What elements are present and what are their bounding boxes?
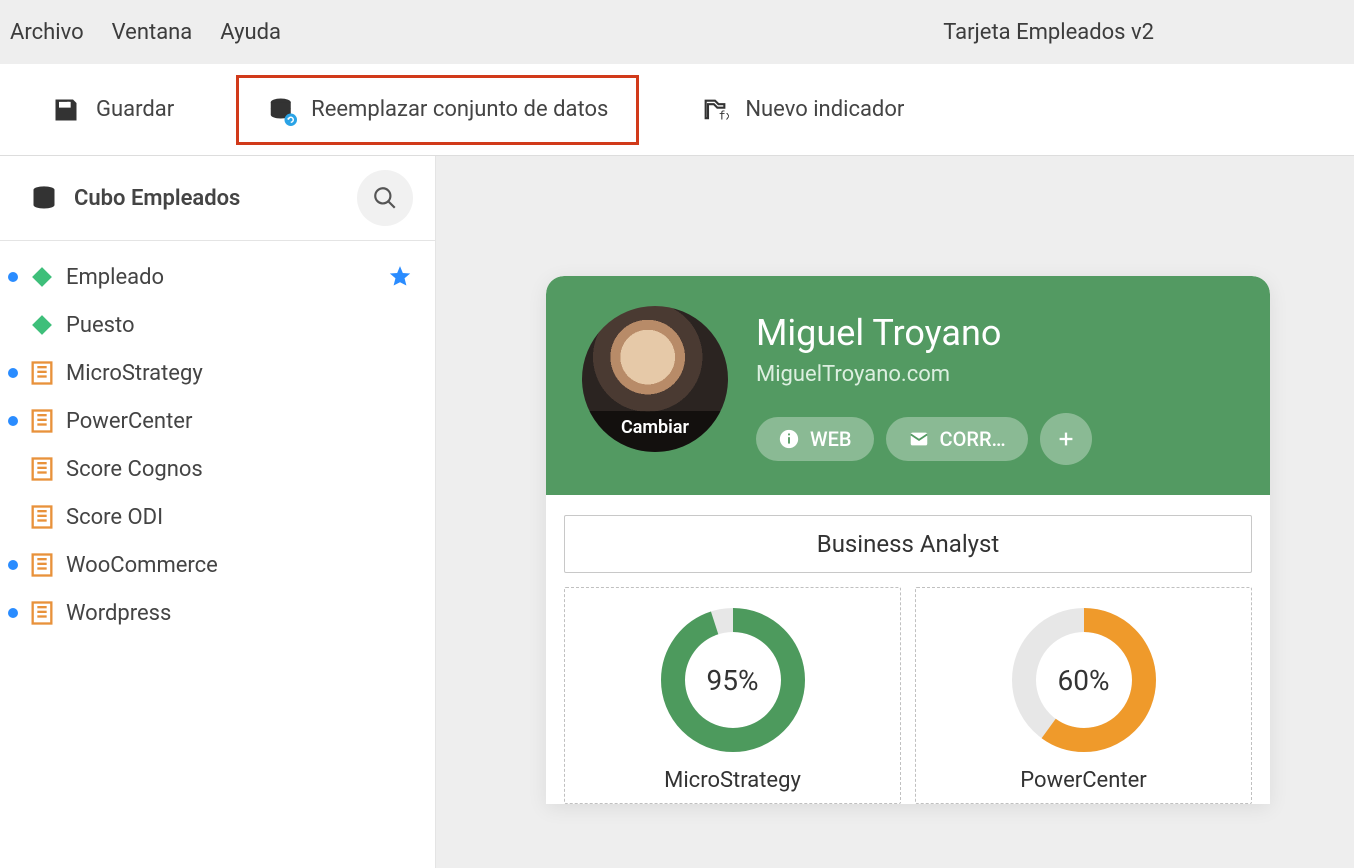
employee-name: Miguel Troyano (756, 312, 1092, 354)
header-info: Miguel Troyano MiguelTroyano.com WEB (756, 306, 1092, 465)
attribute-icon (28, 263, 56, 291)
canvas: Cambiar Miguel Troyano MiguelTroyano.com… (436, 156, 1354, 868)
avatar-change-label[interactable]: Cambiar (582, 411, 728, 452)
menu-archivo[interactable]: Archivo (10, 20, 84, 45)
employee-site: MiguelTroyano.com (756, 362, 1092, 387)
active-dot-icon (8, 608, 18, 618)
active-dot-icon (8, 272, 18, 282)
gauge-label: PowerCenter (916, 768, 1251, 793)
gauge-row: 95% MicroStrategy 60% PowerCenter (564, 587, 1252, 804)
gauge-value: 95% (653, 600, 813, 760)
search-icon (372, 185, 398, 211)
metric-icon (28, 551, 56, 579)
sidebar-item-score-cognos[interactable]: Score Cognos (0, 445, 435, 493)
cube-title: Cubo Empleados (74, 186, 357, 211)
new-indicator-label: Nuevo indicador (745, 97, 904, 122)
menubar: Archivo Ventana Ayuda Tarjeta Empleados … (0, 0, 1354, 64)
sidebar-item-label: Score ODI (66, 505, 413, 530)
sidebar-item-powercenter[interactable]: PowerCenter (0, 397, 435, 445)
role-box[interactable]: Business Analyst (564, 515, 1252, 573)
web-chip[interactable]: WEB (756, 417, 874, 461)
mail-chip[interactable]: CORR… (886, 417, 1028, 461)
sidebar: Cubo Empleados Empleado Puesto MicroStrate… (0, 156, 436, 868)
chip-row: WEB CORR… (756, 413, 1092, 465)
active-dot-icon (8, 416, 18, 426)
sidebar-list: Empleado Puesto MicroStrategy PowerCenter Sc… (0, 241, 435, 649)
active-dot-icon (8, 368, 18, 378)
card-header: Cambiar Miguel Troyano MiguelTroyano.com… (546, 276, 1270, 495)
toolbar: Guardar Reemplazar conjunto de datos fx … (0, 64, 1354, 156)
sidebar-item-woocommerce[interactable]: WooCommerce (0, 541, 435, 589)
avatar[interactable]: Cambiar (582, 306, 728, 452)
sidebar-item-empleado[interactable]: Empleado (0, 253, 435, 301)
gauge-chart: 95% (653, 600, 813, 760)
metric-icon (28, 455, 56, 483)
plus-icon (1055, 428, 1077, 450)
sidebar-header: Cubo Empleados (0, 156, 435, 241)
cube-icon (30, 184, 58, 212)
sidebar-item-label: Score Cognos (66, 457, 413, 482)
sidebar-item-score-odi[interactable]: Score ODI (0, 493, 435, 541)
sidebar-item-label: Empleado (66, 265, 377, 290)
sidebar-item-microstrategy[interactable]: MicroStrategy (0, 349, 435, 397)
sidebar-item-label: Wordpress (66, 601, 413, 626)
metric-icon (28, 503, 56, 531)
mail-chip-label: CORR… (940, 427, 1006, 451)
new-indicator-button[interactable]: fx Nuevo indicador (679, 82, 926, 138)
menu-ayuda[interactable]: Ayuda (220, 20, 281, 45)
new-indicator-icon: fx (701, 96, 729, 124)
gauge-chart: 60% (1004, 600, 1164, 760)
save-label: Guardar (96, 97, 174, 122)
metric-icon (28, 359, 56, 387)
employee-card: Cambiar Miguel Troyano MiguelTroyano.com… (546, 276, 1270, 804)
sidebar-item-label: PowerCenter (66, 409, 413, 434)
card-body: Business Analyst 95% MicroStrategy 60% Powe… (546, 495, 1270, 804)
sidebar-item-label: WooCommerce (66, 553, 413, 578)
database-refresh-icon (267, 96, 295, 124)
save-button[interactable]: Guardar (30, 82, 196, 138)
replace-dataset-button[interactable]: Reemplazar conjunto de datos (236, 75, 639, 145)
web-chip-label: WEB (810, 427, 852, 451)
page-title: Tarjeta Empleados v2 (943, 20, 1154, 45)
sidebar-item-puesto[interactable]: Puesto (0, 301, 435, 349)
attribute-icon (28, 311, 56, 339)
gauge-label: MicroStrategy (565, 768, 900, 793)
replace-dataset-label: Reemplazar conjunto de datos (311, 97, 608, 122)
metric-icon (28, 599, 56, 627)
active-dot-icon (8, 560, 18, 570)
sidebar-item-label: Puesto (66, 313, 413, 338)
star-icon[interactable] (387, 264, 413, 290)
gauge-microstrategy[interactable]: 95% MicroStrategy (564, 587, 901, 804)
sidebar-item-label: MicroStrategy (66, 361, 413, 386)
svg-text:fx: fx (719, 108, 730, 122)
mail-icon (908, 428, 930, 450)
save-icon (52, 96, 80, 124)
info-icon (778, 428, 800, 450)
gauge-value: 60% (1004, 600, 1164, 760)
add-chip[interactable] (1040, 413, 1092, 465)
gauge-powercenter[interactable]: 60% PowerCenter (915, 587, 1252, 804)
metric-icon (28, 407, 56, 435)
menu-ventana[interactable]: Ventana (112, 20, 193, 45)
search-button[interactable] (357, 170, 413, 226)
sidebar-item-wordpress[interactable]: Wordpress (0, 589, 435, 637)
